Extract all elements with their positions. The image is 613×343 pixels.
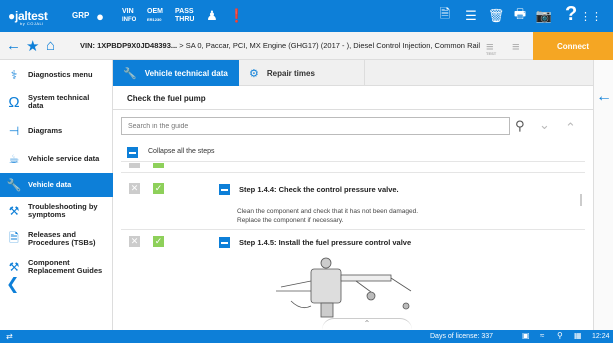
divider xyxy=(121,172,585,173)
step-fail-checkbox[interactable]: ✕ xyxy=(129,236,140,247)
step-title: Step 1.4.4: Check the control pressure v… xyxy=(239,185,399,194)
sidebar-item-releases-tsbs[interactable]: 🗎 Releases and Procedures (TSBs) xyxy=(0,225,113,253)
sidebar-item-label: Vehicle service data xyxy=(28,154,100,163)
steps-list: ✕ ✓ Step 1.4.4: Check the control pressu… xyxy=(121,163,585,323)
chevron-down-icon[interactable]: ⌄ xyxy=(539,117,550,133)
wrenches-icon: ⚒ xyxy=(8,260,20,274)
alert-icon[interactable]: ❗ xyxy=(228,7,246,25)
step-ok-checkbox[interactable]: ✓ xyxy=(153,236,164,247)
collapse-all-row[interactable]: Collapse all the steps xyxy=(121,142,585,162)
sidebar-item-vehicle-data[interactable]: 🔧 Vehicle data xyxy=(0,173,113,197)
sidebar-item-label: Component Replacement Guides xyxy=(28,258,103,275)
test-label: TEST xyxy=(486,51,497,56)
wrench-icon: 🔧 xyxy=(6,178,22,192)
tab-label: Repair times xyxy=(266,68,315,78)
wrench-icon: 🔧 xyxy=(123,67,137,80)
content-scrollbar[interactable] xyxy=(580,194,582,206)
sidebar-item-label: Diagnostics menu xyxy=(28,70,93,79)
step-collapse-icon[interactable] xyxy=(219,237,230,248)
window-controls xyxy=(553,0,613,32)
ohm-icon: Ω xyxy=(8,93,20,111)
search-row: ⚲ ⌄ ⌃ xyxy=(121,117,585,137)
sidebar-item-diagrams[interactable]: ⊣ Diagrams xyxy=(0,117,113,145)
collapse-all-label: Collapse all the steps xyxy=(148,148,215,155)
step-checked-icon[interactable] xyxy=(153,163,164,168)
search-input[interactable] xyxy=(121,117,510,135)
pass-thru-button[interactable]: PASS THRU xyxy=(175,8,194,24)
document-icon: 🗎 xyxy=(9,230,19,245)
step-collapse-icon[interactable] xyxy=(219,184,230,195)
collapse-sidebar-icon[interactable]: ❮ xyxy=(6,274,19,294)
expand-panel-arrow-icon[interactable]: ← xyxy=(596,88,612,106)
flag-icon[interactable]: ≡ xyxy=(512,39,520,54)
divider xyxy=(121,229,585,230)
top-toolbar: ●jaltest by COJALI GRP ● VIN INFO OEM ER12… xyxy=(0,0,613,32)
clock: 12:24 xyxy=(592,333,610,340)
chevron-up-icon[interactable]: ⌃ xyxy=(565,120,576,136)
gear-clock-icon: ⚙ xyxy=(249,67,259,80)
vin-info-button[interactable]: VIN INFO xyxy=(122,8,136,24)
tools-icon: ⚒ xyxy=(8,204,20,218)
stethoscope-icon: ⚕ xyxy=(10,68,18,82)
expand-handle[interactable]: ⌃ xyxy=(322,318,412,330)
chevron-up-icon: ⌃ xyxy=(363,319,371,328)
vehicle-bar: ← ★ ⌂ VIN: 1XPBDP9X0JD48393... > SA 0, P… xyxy=(0,32,613,60)
step-description-line: Clean the component and check that it ha… xyxy=(237,208,419,215)
tab-vehicle-technical-data[interactable]: 🔧 Vehicle technical data xyxy=(113,60,239,86)
people-group-icon[interactable]: ● xyxy=(91,7,109,25)
oil-can-icon: ☕ xyxy=(8,152,20,166)
tab-repair-times[interactable]: ⚙ Repair times xyxy=(239,60,365,86)
diagram-icon: ⊣ xyxy=(8,124,20,138)
collapse-all-toggle-icon[interactable] xyxy=(127,147,138,158)
back-arrow-icon[interactable]: ← xyxy=(6,37,21,54)
sidebar: ⚕ Diagnostics menu Ω System technical da… xyxy=(0,60,113,330)
report-icon[interactable]: 🗎 xyxy=(436,6,454,25)
tab-bar: 🔧 Vehicle technical data ⚙ Repair times xyxy=(113,60,593,86)
sidebar-item-label: Releases and Procedures (TSBs) xyxy=(28,230,96,247)
sidebar-item-diagnostics-menu[interactable]: ⚕ Diagnostics menu xyxy=(0,63,113,87)
logo-subtitle: by COJALI xyxy=(20,21,44,26)
star-icon[interactable]: ★ xyxy=(26,37,39,55)
step-ok-checkbox[interactable]: ✓ xyxy=(153,183,164,194)
step-unchecked-icon[interactable] xyxy=(129,163,140,168)
list-icon[interactable]: ☰ xyxy=(462,7,480,25)
printer-icon[interactable]: 🖶 xyxy=(511,6,529,25)
usb-icon: ⇄ xyxy=(6,332,13,341)
sidebar-item-label: System technical data xyxy=(28,93,90,110)
sidebar-item-system-technical-data[interactable]: Ω System technical data xyxy=(0,87,113,117)
step-description-line: Replace the component if necessary. xyxy=(237,217,344,224)
page-title: Check the fuel pump xyxy=(113,86,593,110)
vehicle-breadcrumb: VIN: 1XPBDP9X0JD48393... > SA 0, Paccar,… xyxy=(80,41,480,50)
connect-button[interactable]: Connect xyxy=(533,32,613,60)
logo-dot-icon: ● xyxy=(8,9,15,23)
step-title: Step 1.4.5: Install the fuel pressure co… xyxy=(239,238,412,247)
person-icon[interactable]: ♟ xyxy=(203,7,221,25)
jaltest-logo: ●jaltest by COJALI xyxy=(8,9,48,26)
step-fail-checkbox[interactable]: ✕ xyxy=(129,183,140,194)
sidebar-item-label: Troubleshooting by symptoms xyxy=(28,202,98,219)
sidebar-item-label: Diagrams xyxy=(28,126,63,135)
fuel-pump-illustration xyxy=(276,257,412,318)
test-flag-icon[interactable]: ≡ TEST xyxy=(486,39,497,56)
tab-label: Vehicle technical data xyxy=(144,68,228,78)
home-icon[interactable]: ⌂ xyxy=(46,37,55,54)
oem-button[interactable]: OEM ER1230 xyxy=(147,8,163,24)
right-panel: ← xyxy=(593,60,613,330)
battery-icon: ▣ xyxy=(522,331,530,340)
grp-label[interactable]: GRP xyxy=(72,11,89,20)
wifi-icon: ≈ xyxy=(540,331,545,340)
sidebar-item-label: Vehicle data xyxy=(28,180,72,189)
zoom-icon: ⚲ xyxy=(557,331,563,340)
license-days: Days of license: 337 xyxy=(430,333,494,340)
trash-icon[interactable]: 🗑 xyxy=(487,7,505,25)
calendar-icon: ▦ xyxy=(574,331,582,340)
camera-icon[interactable]: 📷 xyxy=(535,7,553,25)
status-bar: ⇄ Days of license: 337 ▣ ≈ ⚲ ▦ 12:24 xyxy=(0,330,613,343)
sidebar-item-vehicle-service-data[interactable]: ☕ Vehicle service data xyxy=(0,145,113,173)
sidebar-item-troubleshooting[interactable]: ⚒ Troubleshooting by symptoms xyxy=(0,197,113,225)
search-icon[interactable]: ⚲ xyxy=(515,118,525,134)
